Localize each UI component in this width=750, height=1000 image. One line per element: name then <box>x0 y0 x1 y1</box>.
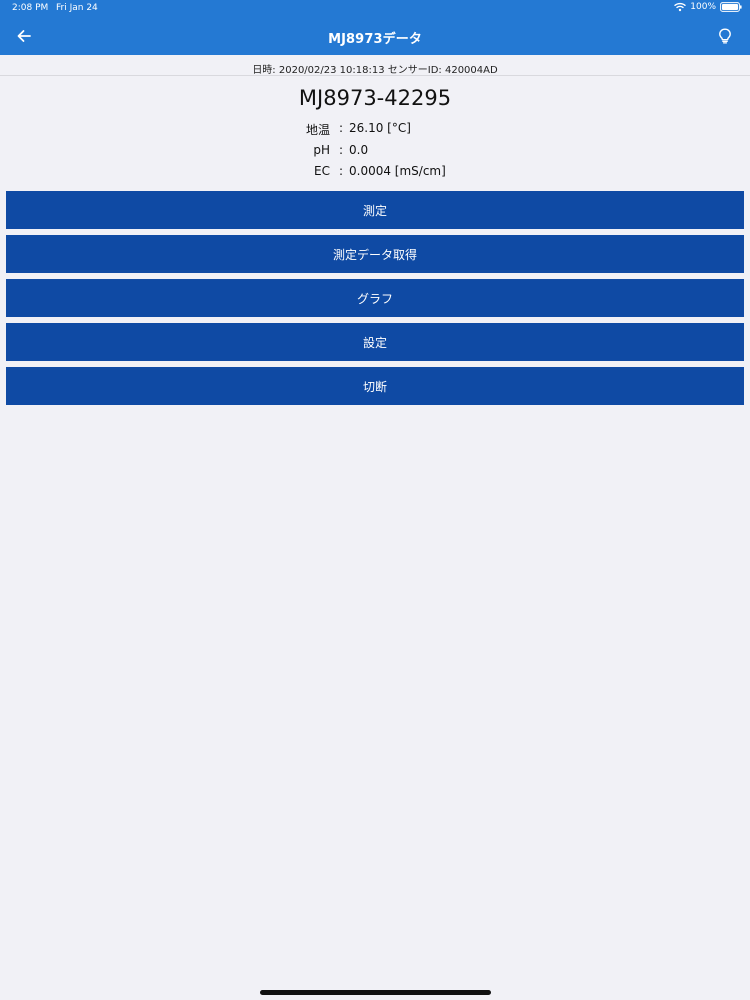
navigation-bar: MJ8973データ <box>0 18 750 55</box>
graph-button[interactable]: グラフ <box>6 279 744 317</box>
battery-icon <box>720 2 742 12</box>
divider <box>0 75 750 76</box>
status-bar: 2:08 PM Fri Jan 24 100% <box>0 0 750 18</box>
reading-label: EC <box>314 164 330 178</box>
reading-separator: : <box>339 142 344 157</box>
status-date: Fri Jan 24 <box>56 3 98 13</box>
reading-soil-temperature: 地温 : 26.10 [°C] <box>0 121 750 143</box>
reading-separator: : <box>339 121 344 135</box>
reading-ph: pH : 0.0 <box>0 143 750 165</box>
reading-separator: : <box>339 164 344 178</box>
reading-label: 地温 <box>305 123 330 137</box>
reading-ec: EC : 0.0004 [mS/cm] <box>0 164 750 186</box>
status-indicators: 100% <box>674 2 742 12</box>
wifi-icon <box>674 2 686 12</box>
light-button[interactable] <box>712 23 738 49</box>
device-name: MJ8973-42295 <box>298 86 452 110</box>
action-list: 測定 測定データ取得 グラフ 設定 切断 <box>6 191 744 411</box>
measure-button[interactable]: 測定 <box>6 191 744 229</box>
home-indicator[interactable] <box>260 990 491 995</box>
battery-percentage: 100% <box>690 2 716 12</box>
get-measurement-data-button[interactable]: 測定データ取得 <box>6 235 744 273</box>
reading-value: 0.0004 [mS/cm] <box>349 164 446 178</box>
disconnect-button[interactable]: 切断 <box>6 367 744 405</box>
reading-value: 0.0 <box>349 142 369 157</box>
reading-label: pH <box>313 142 330 157</box>
reading-value: 26.10 [°C] <box>349 121 411 135</box>
lightbulb-icon <box>719 28 731 44</box>
readings-list: 地温 : 26.10 [°C] pH : 0.0 EC : 0.0004 [mS… <box>0 121 750 186</box>
status-time: 2:08 PM <box>12 3 49 13</box>
measurement-meta: 日時: 2020/02/23 10:18:13 センサーID: 420004AD <box>252 65 498 76</box>
settings-button[interactable]: 設定 <box>6 323 744 361</box>
page-title: MJ8973データ <box>328 32 422 47</box>
